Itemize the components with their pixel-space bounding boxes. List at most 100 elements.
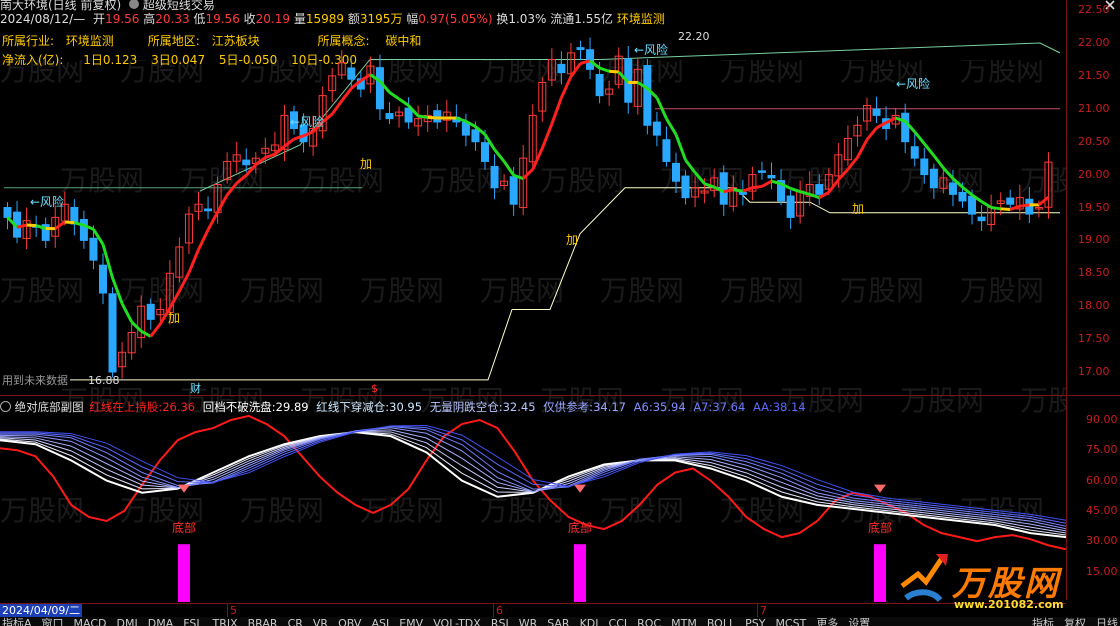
view-tab[interactable]: 日线 (1096, 617, 1118, 626)
trend-line-segment (120, 302, 133, 323)
trend-line-segment (550, 97, 563, 125)
indicator-tab[interactable]: 更多 (816, 617, 838, 626)
trend-line-segment (1019, 203, 1030, 208)
indicator-tab[interactable]: VR (313, 617, 328, 626)
indicator-tab[interactable]: EMV (399, 617, 423, 626)
trend-line-segment (149, 323, 162, 338)
month-label-7: 7 (760, 604, 767, 617)
trend-line-segment (340, 87, 353, 102)
trend-line-segment (417, 114, 428, 119)
indicator-tab[interactable]: 窗口 (42, 617, 64, 626)
month-label-6: 6 (496, 604, 503, 617)
trend-line-segment (26, 223, 37, 228)
indicator-tab[interactable]: PSY (745, 617, 765, 626)
trend-line-segment (130, 320, 143, 333)
risk-label: ←风险 (896, 76, 930, 91)
trend-line-segment (16, 223, 27, 229)
candle-body (901, 112, 910, 143)
view-tab[interactable]: 复权 (1064, 617, 1086, 626)
candle-body (385, 113, 394, 120)
add-label: 加 (566, 233, 578, 247)
low-price-label: 16.88 (88, 374, 120, 387)
trend-line-segment (684, 159, 697, 174)
trend-line-segment (655, 96, 668, 120)
bottom-marker (874, 484, 886, 493)
candle-body (481, 142, 489, 162)
indicator-tab[interactable]: FSL (183, 617, 202, 626)
indicator-tab[interactable]: ASI (371, 617, 389, 626)
trend-line-segment (168, 290, 181, 309)
trend-line-segment (1037, 195, 1050, 207)
indicator-tab[interactable]: BOLL (707, 617, 735, 626)
indicator-tab[interactable]: OBV (338, 617, 361, 626)
indicator-tab[interactable]: RSI (491, 617, 509, 626)
candle-body (738, 191, 747, 195)
trend-line-segment (398, 97, 410, 107)
trend-line-segment (837, 168, 850, 181)
bull-logo-icon (900, 554, 948, 603)
price-tick: 21.00 (1078, 101, 1110, 115)
trend-line-segment (235, 174, 248, 185)
indicator-tab[interactable]: MACD (74, 617, 107, 626)
price-chart[interactable]: ←风险←风险←风险←风险加加加加22.2016.88用到未来数据财 $ (0, 0, 1066, 395)
trend-line-segment (330, 100, 343, 115)
indicator-tab[interactable]: CR (288, 617, 303, 626)
trend-line-segment (540, 123, 554, 149)
candle-body (719, 172, 728, 205)
indicator-tab[interactable]: 设置 (848, 617, 870, 626)
indicator-settings-icon[interactable] (0, 401, 11, 412)
trend-line-segment (799, 190, 811, 196)
price-tick: 18.00 (1078, 299, 1110, 313)
indicator-tab[interactable]: DMA (148, 617, 174, 626)
trend-line-segment (761, 179, 773, 188)
indicator-tab-bar: 指标A 窗口 MACD DMI DMA FSL TRIX BRAR CR VR OBV ASI EMV V… (0, 617, 1120, 626)
candle-body (662, 139, 671, 162)
indicator-tab[interactable]: BRAR (248, 617, 278, 626)
trend-line-segment (693, 171, 706, 185)
trend-line-segment (427, 115, 438, 120)
indicator-tab[interactable]: KDJ (580, 617, 599, 626)
indicator-tab[interactable]: MTM (671, 617, 697, 626)
trend-line-segment (493, 148, 506, 163)
candle-body (3, 207, 12, 218)
trend-line-segment (187, 249, 200, 274)
candle-body (433, 110, 442, 123)
candle-body (509, 176, 518, 205)
indicator-tab[interactable]: DMI (117, 617, 138, 626)
trend-line-segment (913, 130, 926, 145)
risk-label: ←风险 (30, 194, 64, 209)
bottom-volume-bar (874, 544, 886, 602)
trend-line-segment (360, 73, 372, 82)
risk-label: ←风险 (290, 114, 324, 129)
month-tick (227, 603, 228, 617)
trend-line-segment (752, 184, 763, 190)
candle-body (672, 162, 680, 182)
indicator-tab[interactable]: TRIX (212, 617, 237, 626)
trend-line-segment (932, 154, 945, 169)
indicator-tab[interactable]: SAR (547, 617, 569, 626)
indicator-tab[interactable]: CCI (609, 617, 628, 626)
candle-body (1006, 197, 1015, 205)
indicator-tab[interactable]: MCST (775, 617, 806, 626)
candle-body (586, 49, 595, 70)
ribbon-line (0, 431, 1066, 536)
trend-line-segment (531, 147, 544, 170)
trend-line-segment (560, 75, 573, 99)
view-tab[interactable]: 指标 (1032, 617, 1054, 626)
indicator-tab[interactable]: VOL-TDX (433, 617, 481, 626)
trend-line-segment (216, 194, 229, 213)
candle-body (557, 63, 566, 74)
trend-line-segment (742, 186, 753, 193)
price-tick: 17.00 (1078, 365, 1110, 378)
price-tick: 19.50 (1078, 200, 1110, 214)
indicator-tab[interactable]: ROC (637, 617, 661, 626)
indicator-tab[interactable]: 指标A (2, 617, 32, 626)
month-label-5: 5 (230, 604, 237, 617)
candle-body (146, 303, 155, 320)
candle-body (757, 170, 766, 173)
trend-line-segment (674, 133, 687, 161)
candle-body (786, 195, 795, 218)
indicator-tick: 75.00 (1086, 443, 1118, 457)
indicator-tab[interactable]: WR (519, 617, 538, 626)
candle-body (471, 129, 480, 143)
